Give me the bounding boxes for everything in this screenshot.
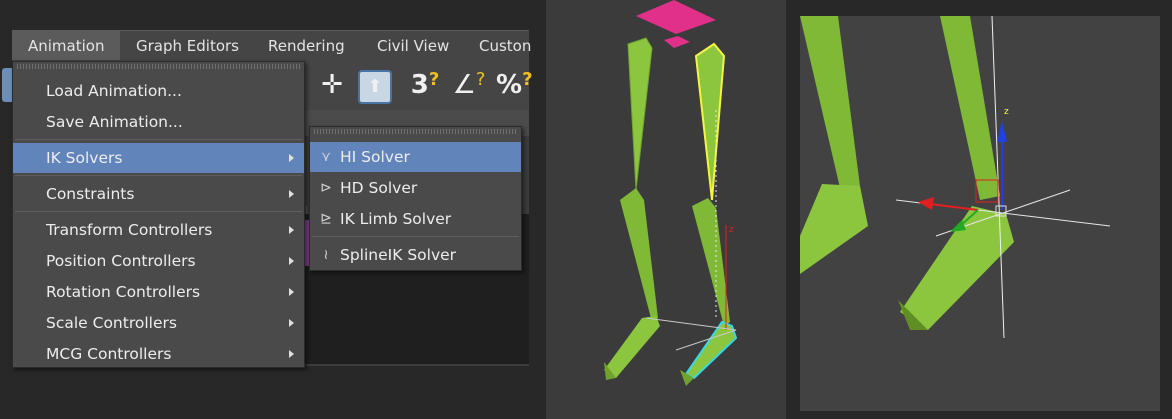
submenu-arrow-icon — [289, 350, 294, 358]
submenu-arrow-icon — [289, 319, 294, 327]
menu-animation[interactable]: Animation — [12, 31, 121, 61]
hi-solver-icon: ⋎ — [320, 149, 332, 165]
ik-solvers-submenu: ⋎ HI Solver ⊳ HD Solver ⊵ IK Limb Solver… — [309, 126, 522, 271]
spline-ik-solver-icon: ≀ — [323, 247, 329, 263]
menu-rendering[interactable]: Rendering — [268, 37, 345, 55]
menu-item-rotation-controllers[interactable]: Rotation Controllers — [13, 277, 304, 307]
left-foot-bone[interactable] — [800, 184, 868, 274]
right-thigh-bone-selected[interactable] — [694, 42, 726, 201]
submenu-item-label: IK Limb Solver — [340, 210, 452, 228]
menu-tearoff-grip[interactable] — [17, 64, 300, 69]
hd-solver-icon: ⊳ — [320, 180, 332, 196]
menu-item-constraints[interactable]: Constraints — [13, 179, 304, 209]
submenu-item-label: HI Solver — [340, 148, 410, 166]
menu-item-load-animation[interactable]: Load Animation... — [13, 76, 304, 106]
submenu-arrow-icon — [289, 190, 294, 198]
submenu-item-hi-solver[interactable]: ⋎ HI Solver — [310, 142, 521, 172]
left-thigh-bone[interactable] — [627, 37, 653, 191]
select-arrow-icon[interactable]: ⬆ — [358, 70, 392, 104]
x-axis-arrowhead — [918, 197, 934, 210]
submenu-arrow-icon — [289, 226, 294, 234]
submenu-arrow-icon — [289, 257, 294, 265]
z-axis-arrowhead — [997, 120, 1007, 142]
left-foot-bone[interactable] — [604, 316, 660, 378]
menu-screenshot-panel: Animation Graph Editors Rendering Civil … — [0, 0, 546, 419]
snap-3d-glyph: 3 — [410, 70, 429, 100]
x-axis-arrow-icon[interactable] — [929, 203, 979, 211]
animation-menu: Load Animation... Save Animation... IK S… — [12, 61, 305, 368]
submenu-item-ik-limb-solver[interactable]: ⊵ IK Limb Solver — [310, 204, 521, 234]
ik-goal-tip-icon — [664, 36, 690, 48]
angle-snap-glyph: ∠ — [452, 70, 476, 100]
ik-limb-solver-icon: ⊵ — [320, 211, 332, 227]
right-shin-bone[interactable] — [692, 198, 730, 326]
menu-separator — [15, 211, 302, 212]
angle-snap-icon[interactable]: ∠? — [452, 68, 486, 102]
axis-z-label: z — [729, 225, 734, 235]
legs-rig-drawing: z — [604, 0, 738, 386]
menu-separator — [15, 139, 302, 140]
left-shin-bone[interactable] — [620, 188, 658, 322]
ik-goal-pyramid-icon[interactable] — [636, 0, 716, 34]
submenu-arrow-icon — [289, 154, 294, 162]
submenu-item-splineik-solver[interactable]: ≀ SplineIK Solver — [310, 240, 521, 270]
menu-item-label: Rotation Controllers — [46, 283, 201, 301]
percent-hint-icon: ? — [522, 69, 533, 90]
right-shin-bone[interactable] — [940, 16, 1000, 200]
menu-item-label: Load Animation... — [46, 82, 182, 100]
menu-separator — [15, 175, 302, 176]
menu-item-mcg-controllers[interactable]: MCG Controllers — [13, 339, 304, 369]
submenu-item-hd-solver[interactable]: ⊳ HD Solver — [310, 173, 521, 203]
submenu-arrow-icon — [289, 288, 294, 296]
ankle-zoom-drawing: z — [800, 16, 1111, 339]
menu-item-transform-controllers[interactable]: Transform Controllers — [13, 215, 304, 245]
right-foot-bone[interactable] — [900, 206, 1014, 330]
snap-3d-icon[interactable]: 3? — [408, 68, 442, 102]
menu-item-save-animation[interactable]: Save Animation... — [13, 107, 304, 137]
menu-item-label: Constraints — [46, 185, 135, 203]
menu-item-label: Scale Controllers — [46, 314, 177, 332]
menu-item-scale-controllers[interactable]: Scale Controllers — [13, 308, 304, 338]
menu-customize[interactable]: Custon — [479, 37, 531, 55]
submenu-item-label: HD Solver — [340, 179, 418, 197]
menu-item-label: MCG Controllers — [46, 345, 172, 363]
menu-separator — [312, 236, 519, 237]
percent-snap-glyph: % — [496, 70, 523, 100]
snap-hint-icon: ? — [428, 69, 440, 90]
menu-bar: Animation Graph Editors Rendering Civil … — [12, 30, 531, 61]
right-foot-bone-selected[interactable] — [684, 320, 738, 380]
left-shin-bone[interactable] — [800, 16, 860, 188]
move-icon[interactable]: ✛ — [315, 68, 349, 102]
axis-z-label: z — [1004, 107, 1009, 117]
viewport-ankle-zoom[interactable]: z — [800, 16, 1160, 411]
angle-hint-icon: ? — [475, 69, 486, 90]
menu-item-label: Position Controllers — [46, 252, 196, 270]
menu-item-label: IK Solvers — [46, 149, 123, 167]
menu-item-label: Save Animation... — [46, 113, 183, 131]
menu-item-ik-solvers[interactable]: IK Solvers — [13, 143, 304, 173]
viewport-legs-full[interactable]: z — [546, 0, 786, 419]
percent-snap-icon[interactable]: %? — [496, 68, 533, 102]
menu-item-label: Transform Controllers — [46, 221, 213, 239]
menu-tearoff-grip[interactable] — [314, 129, 517, 134]
submenu-item-label: SplineIK Solver — [340, 246, 457, 264]
menu-graph-editors[interactable]: Graph Editors — [136, 37, 239, 55]
menu-item-position-controllers[interactable]: Position Controllers — [13, 246, 304, 276]
menu-civil-view[interactable]: Civil View — [377, 37, 449, 55]
